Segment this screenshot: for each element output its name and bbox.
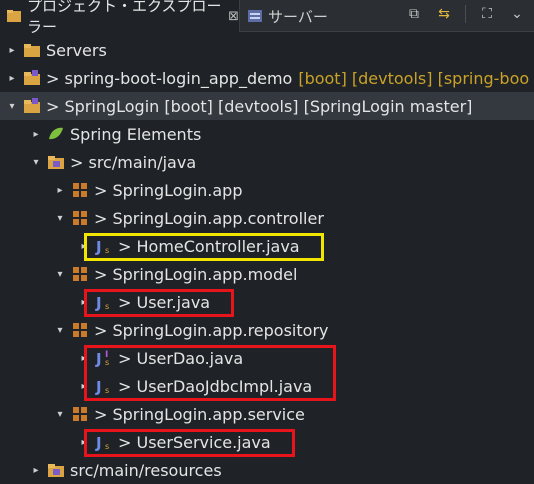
svg-text:s: s [105,386,109,395]
link-with-editor-icon[interactable]: ⇆ [435,5,453,23]
tree-item[interactable]: ▸ Js > User.java [0,288,534,316]
package-icon [71,209,89,227]
tree-item[interactable]: ▾ > src/main/java [0,148,534,176]
tree-item[interactable]: ▾ > SpringLogin.app.repository [0,316,534,344]
tree-item-label: > UserDao.java [118,348,244,368]
expand-arrow-icon[interactable]: ▸ [78,353,90,364]
expand-arrow-icon[interactable]: ▸ [30,465,42,476]
tree-item[interactable]: ▸ Servers [0,36,534,64]
tree-item[interactable]: ▸ > SpringLogin.app [0,176,534,204]
tree-item[interactable]: ▸ J Is > UserDao.java [0,344,534,372]
source-folder-icon [47,461,65,479]
svg-text:J: J [95,350,102,367]
package-icon [71,405,89,423]
tree-item[interactable]: ▸ Js > UserService.java [0,428,534,456]
tab-servers[interactable]: サーバー [241,0,331,32]
source-folder-icon [47,153,65,171]
collapse-all-icon[interactable]: ⧉ [405,5,423,23]
tree-item[interactable]: ▸ Spring Elements [0,120,534,148]
tree-item-label: > UserDaoJdbcImpl.java [118,376,313,396]
svg-text:J: J [95,434,102,451]
view-menu-icon[interactable]: ⌄ [508,5,526,23]
expand-arrow-icon[interactable]: ▸ [78,437,90,448]
project-icon [23,69,41,87]
spring-elements-icon [47,125,65,143]
java-file-icon: Js [95,377,113,396]
svg-text:s: s [105,358,109,367]
tree-item[interactable]: ▸ Js > UserDaoJdbcImpl.java [0,372,534,400]
tree-item-label: > SpringLogin.app.model [94,264,298,284]
collapse-arrow-icon[interactable]: ▾ [54,269,66,280]
tree-item[interactable]: ▸ > spring-boot-login_app_demo [boot] [dev… [0,64,534,92]
tab-label: サーバー [268,7,328,26]
tab-label: プロジェクト・エクスプローラー [27,0,222,36]
java-file-icon: Js [95,433,113,452]
tree-item-label: > UserService.java [118,432,271,452]
svg-text:J: J [95,378,102,395]
close-tab-icon[interactable]: ⊠ [228,9,239,24]
expand-arrow-icon[interactable]: ▸ [54,185,66,196]
svg-text:s: s [105,442,109,451]
java-file-icon: Js [95,293,113,312]
collapse-arrow-icon[interactable]: ▾ [54,325,66,336]
tree-item-label: > src/main/java [70,152,197,172]
project-icon [23,97,41,115]
svg-text:s: s [105,246,109,255]
svg-text:s: s [105,302,109,311]
view-tab-bar: プロジェクト・エクスプローラー ⊠ サーバー ⧉ ⇆ ⛶ ⌄ [0,0,534,36]
tree-item-label: > SpringLogin.app.controller [94,208,324,228]
tree-item-label: > HomeController.java [118,236,300,256]
tab-project-explorer[interactable]: プロジェクト・エクスプローラー ⊠ [0,0,240,36]
java-interface-icon: JIs [95,349,113,368]
expand-arrow-icon[interactable]: ▸ [78,297,90,308]
view-toolbar: ⧉ ⇆ ⛶ ⌄ [405,5,526,23]
tree-item[interactable]: ▸ Js > HomeController.java [0,232,534,260]
expand-arrow-icon[interactable]: ▸ [6,45,18,56]
tree-item[interactable]: ▾ > SpringLogin.app.service [0,400,534,428]
tree-item-label: > spring-boot-login_app_demo [46,68,293,88]
svg-text:J: J [95,294,102,311]
expand-arrow-icon[interactable]: ▸ [78,381,90,392]
project-explorer-icon [7,10,21,22]
tree-item-label: > SpringLogin.app.service [94,404,305,424]
collapse-arrow-icon[interactable]: ▾ [30,157,42,168]
toolbar-separator [465,5,466,23]
tree-item-label: > User.java [118,292,211,312]
package-icon [71,321,89,339]
tree-item-label: Spring Elements [70,124,202,144]
focus-icon[interactable]: ⛶ [478,5,496,23]
package-icon [71,265,89,283]
tree-item[interactable]: ▾ > SpringLogin.app.controller [0,204,534,232]
package-icon [71,181,89,199]
svg-text:J: J [95,238,102,255]
tree-item-label: Servers [46,40,107,60]
tree-item[interactable]: ▾ > SpringLogin.app.model [0,260,534,288]
java-file-icon: Js [95,237,113,256]
folder-icon [23,41,41,59]
tree-item-decoration: [boot] [devtools] [spring-boo [298,68,530,88]
expand-arrow-icon[interactable]: ▸ [78,241,90,252]
tree-item[interactable]: ▸ src/main/resources [0,456,534,484]
tree-item-label: > SpringLogin.app [94,180,243,200]
servers-view-icon [248,10,262,22]
tree-item-label: src/main/resources [70,460,222,480]
collapse-arrow-icon[interactable]: ▾ [54,213,66,224]
tree-item[interactable]: ▾ > SpringLogin [boot] [devtools] [Spring… [0,92,534,120]
collapse-arrow-icon[interactable]: ▾ [54,409,66,420]
expand-arrow-icon[interactable]: ▸ [6,73,18,84]
tree-item-label: > SpringLogin [boot] [devtools] [SpringL… [46,96,473,116]
expand-arrow-icon[interactable]: ▸ [30,129,42,140]
tree-item-label: > SpringLogin.app.repository [94,320,329,340]
collapse-arrow-icon[interactable]: ▾ [6,101,18,112]
